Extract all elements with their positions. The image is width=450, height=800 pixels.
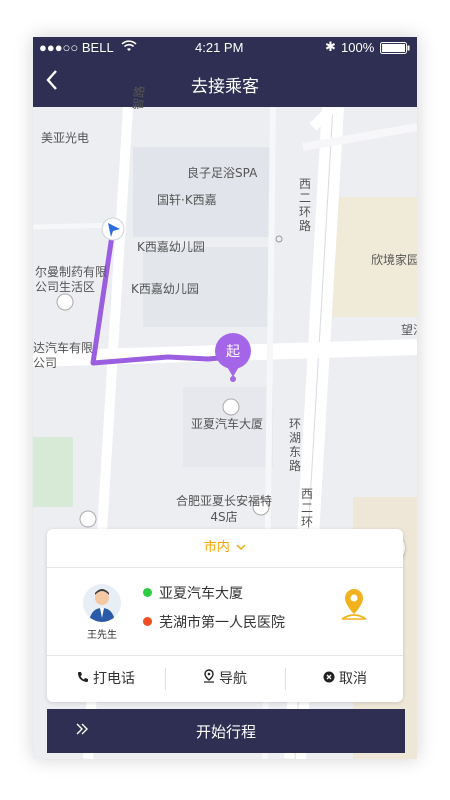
- pickup-marker-label: 起: [226, 344, 240, 360]
- page-title: 去接乘客: [191, 77, 259, 97]
- battery-icon: [380, 42, 410, 57]
- destination-dot-icon: [143, 617, 152, 626]
- phone-screen: ●●●○○ BELL 4:21 PM ✱ 100% 去接乘客 美亚光电 智路 良…: [33, 37, 417, 759]
- map-label: 达汽车有限公司: [33, 341, 94, 370]
- call-label: 打电话: [93, 671, 135, 687]
- battery-percent: 100%: [341, 40, 375, 55]
- start-trip-button[interactable]: 开始行程: [47, 709, 405, 753]
- driver-location-icon: [101, 217, 125, 241]
- cancel-button[interactable]: 取消: [286, 656, 404, 702]
- map-label: 合肥亚夏长安福特4S店: [175, 494, 272, 524]
- road-label: 智路: [130, 85, 148, 111]
- start-trip-label: 开始行程: [195, 723, 256, 741]
- nav-bar: 去接乘客: [33, 59, 417, 107]
- road-label: 望江: [401, 323, 417, 337]
- origin-address: 亚夏汽车大厦: [159, 586, 243, 602]
- navigate-button[interactable]: 导航: [166, 656, 284, 702]
- trip-actions: 打电话 导航 取消: [47, 655, 403, 702]
- map-label: 欣境家园: [371, 253, 417, 267]
- call-button[interactable]: 打电话: [47, 656, 165, 702]
- map-label: 亚夏汽车大厦: [191, 417, 264, 431]
- passenger-name: 王先生: [87, 630, 117, 641]
- road-label: 环湖东路: [289, 417, 302, 473]
- trip-card: 市内 王先生 亚夏汽车大厦 芜湖市第一人民医院 打电话 导航 取消: [47, 529, 403, 702]
- status-bar: ●●●○○ BELL 4:21 PM ✱ 100%: [33, 37, 417, 59]
- map-label: K西嘉幼儿园: [137, 240, 205, 254]
- bluetooth-icon: ✱: [325, 39, 336, 54]
- destination-address: 芜湖市第一人民医院: [159, 615, 285, 631]
- city-filter-dropdown[interactable]: 市内: [47, 529, 403, 568]
- map-label: 良子足浴SPA: [187, 166, 258, 180]
- cancel-label: 取消: [339, 671, 367, 687]
- phone-icon: [77, 656, 89, 702]
- avatar: [83, 584, 121, 622]
- road-label: 西二环: [301, 487, 314, 529]
- origin-dot-icon: [143, 588, 152, 597]
- wifi-icon: [121, 39, 137, 56]
- navigate-label: 导航: [219, 671, 247, 687]
- passenger-avatar-icon: [89, 589, 115, 622]
- clock: 4:21 PM: [195, 40, 244, 55]
- map-label: K西嘉幼儿园: [131, 282, 199, 296]
- road-label: 西二环路: [299, 177, 312, 233]
- map-label: 国轩·K西嘉: [157, 193, 217, 207]
- carrier-label: ●●●○○ BELL: [39, 40, 114, 55]
- city-filter-label: 市内: [203, 540, 230, 555]
- map-pin-icon[interactable]: [339, 587, 369, 629]
- map-label: 美亚光电: [41, 131, 90, 145]
- close-circle-icon: [323, 656, 335, 702]
- chevron-down-icon: [236, 529, 246, 567]
- location-pin-icon: [203, 656, 215, 702]
- map-label: 尔曼制药有限公司生活区: [35, 265, 108, 294]
